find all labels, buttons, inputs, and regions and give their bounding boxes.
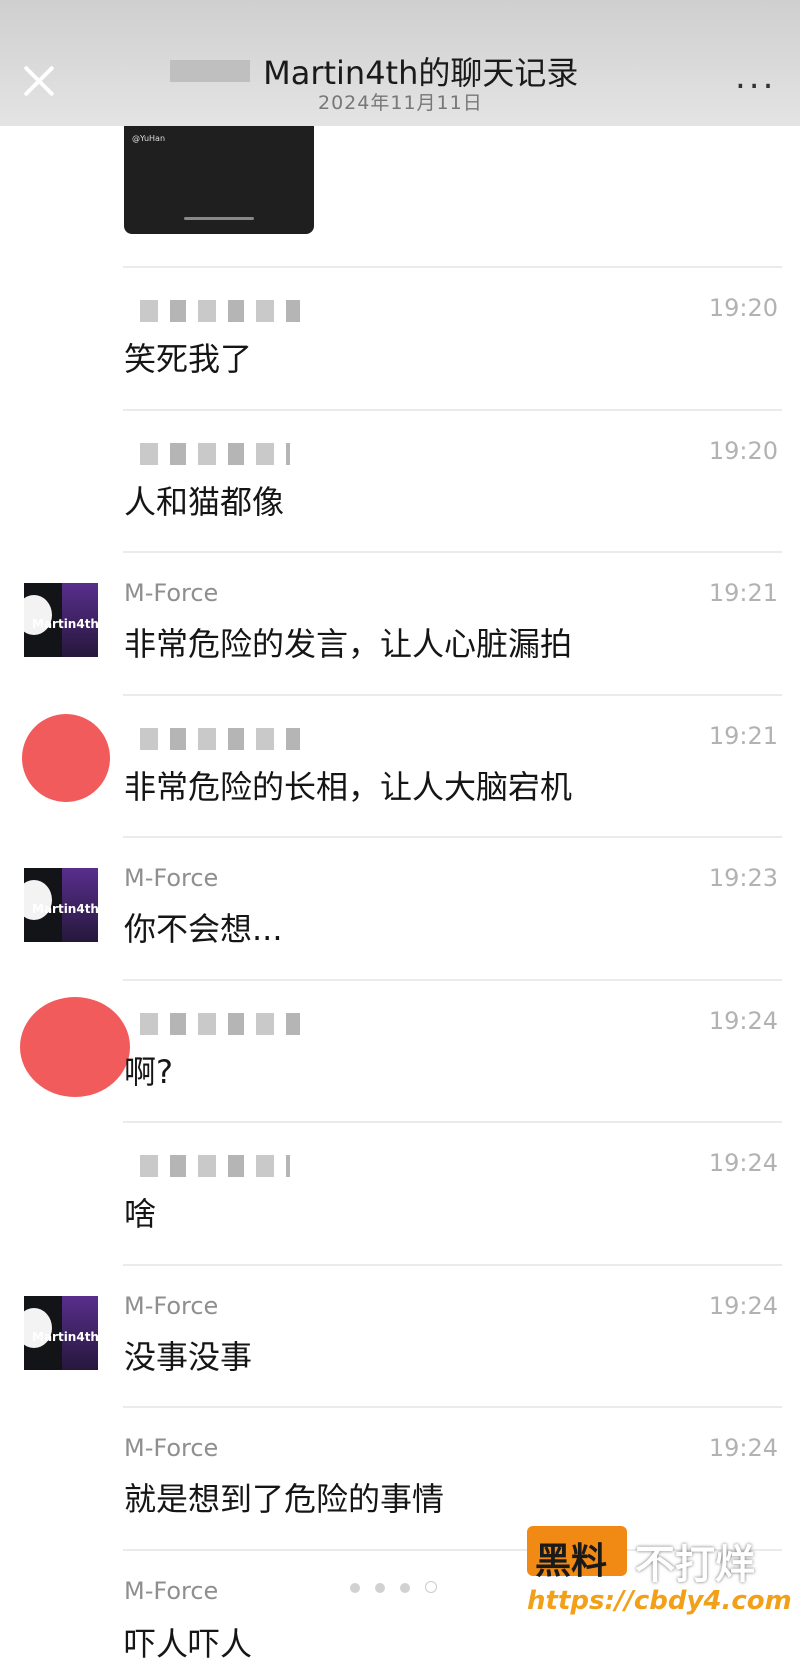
message-text: 吓人吓人 (124, 1625, 253, 1663)
divider (123, 551, 782, 553)
message-time: 19:20 (708, 437, 778, 465)
top-bar: Martin4th的聊天记录 2024年11月11日 ... (0, 0, 800, 126)
message-text: 非常危险的发言，让人心脏漏拍 (124, 625, 573, 663)
close-icon[interactable] (16, 58, 62, 104)
avatar[interactable]: Martin4th (24, 1296, 98, 1370)
message-time: 19:21 (708, 579, 778, 607)
message-text: 没事没事 (124, 1338, 253, 1376)
preview-user: @YuHan (132, 134, 166, 143)
message-text: 啥 (124, 1195, 157, 1233)
message-time: 19:21 (708, 722, 778, 750)
message-text: 笑死我了 (124, 340, 253, 378)
redacted-sender (140, 1013, 300, 1035)
avatar[interactable]: Martin4th (24, 583, 98, 657)
message-text: 就是想到了危险的事情 (124, 1480, 445, 1518)
page-dot-active[interactable] (425, 1581, 438, 1593)
message-time: 19:24 (708, 1007, 778, 1035)
divider (123, 266, 782, 268)
divider (123, 1406, 782, 1408)
watermark-part1: 黑料 (535, 1541, 608, 1582)
redacted-avatar (20, 997, 130, 1097)
divider (123, 1121, 782, 1123)
page-indicator (350, 1578, 450, 1593)
divider (123, 409, 782, 411)
page-dot[interactable] (375, 1583, 386, 1593)
chat-date: 2024年11月11日 (318, 92, 483, 114)
sender-name: M-Force (124, 1292, 219, 1320)
page-dot[interactable] (350, 1583, 360, 1593)
preview-home-indicator (184, 217, 254, 220)
watermark-part2: 不打烊 (635, 1542, 755, 1588)
message-text: 人和猫都像 (124, 483, 285, 521)
sender-name: M-Force (124, 1577, 219, 1605)
redacted-sender (140, 443, 290, 465)
divider (123, 1264, 782, 1266)
message-time: 19:20 (708, 294, 778, 322)
redacted-avatar (22, 714, 110, 802)
divider (123, 979, 782, 981)
message-text: 你不会想... (124, 910, 283, 948)
redacted-name (170, 60, 250, 82)
message-time: 19:24 (708, 1434, 778, 1462)
message-time: 19:23 (708, 864, 778, 892)
message-text: 非常危险的长相，让人大脑宕机 (124, 768, 573, 806)
message-time: 19:24 (708, 1292, 778, 1320)
sender-name: M-Force (124, 579, 219, 607)
video-preview-card[interactable]: @YuHan (124, 110, 314, 234)
redacted-sender (140, 300, 300, 322)
redacted-sender (140, 728, 300, 750)
watermark: 黑料 不打烊 https://cbdy4.com (527, 1526, 792, 1626)
watermark-url: https://cbdy4.com (527, 1586, 792, 1616)
more-icon[interactable]: ... (735, 60, 776, 94)
page-dot[interactable] (400, 1583, 411, 1593)
sender-name: M-Force (124, 1434, 219, 1462)
divider (123, 694, 782, 696)
avatar[interactable]: Martin4th (24, 868, 98, 942)
message-time: 19:24 (708, 1149, 778, 1177)
message-text: 啊? (124, 1053, 173, 1091)
redacted-sender (140, 1155, 290, 1177)
sender-name: M-Force (124, 864, 219, 892)
divider (123, 836, 782, 838)
